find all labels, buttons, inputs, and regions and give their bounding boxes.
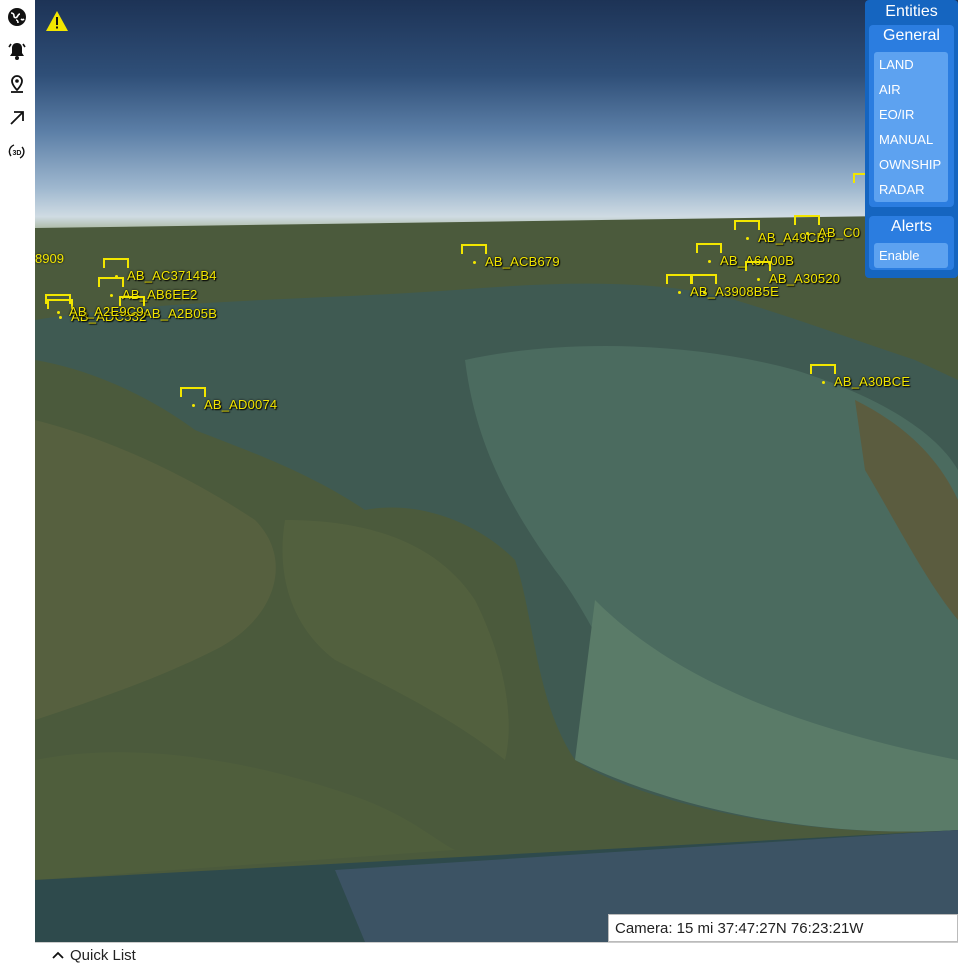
3d-rotate-icon[interactable]: 3D [6,141,28,163]
alerts-enable[interactable]: Enable [874,243,948,268]
filter-eo-ir[interactable]: EO/IR [874,102,948,127]
alerts-items: Enable [874,243,948,268]
entity-label: 8909 [35,251,64,266]
svg-text:3D: 3D [13,150,22,157]
general-group: General LAND AIR EO/IR MANUAL OWNSHIP RA… [869,25,954,207]
camera-readout: Camera: 15 mi 37:47:27N 76:23:21W [608,914,958,942]
filter-radar[interactable]: RADAR [874,177,948,202]
panel-title: Entities [885,3,938,20]
left-toolbar: 3D [0,0,35,966]
general-items: LAND AIR EO/IR MANUAL OWNSHIP RADAR [874,52,948,202]
filter-manual[interactable]: MANUAL [874,127,948,152]
globe-icon[interactable] [6,6,28,28]
alarm-bell-icon[interactable] [6,40,28,62]
filter-air[interactable]: AIR [874,77,948,102]
alerts-group: Alerts Enable [869,216,954,270]
quick-list-label: Quick List [70,946,136,964]
terrain-imagery [35,215,958,942]
arrow-up-right-icon[interactable] [6,107,28,129]
filter-ownship[interactable]: OWNSHIP [874,152,948,177]
general-title: General [883,27,940,44]
chevron-up-icon [52,951,64,959]
warning-icon[interactable] [45,10,69,32]
map-viewport[interactable]: AB_ACB679 AB_AD0074 AB_A30BCE AB_A6A00B … [35,0,958,942]
filter-land[interactable]: LAND [874,52,948,77]
quick-list-toggle[interactable]: Quick List [35,942,958,967]
location-pin-icon[interactable] [6,73,28,95]
alerts-title: Alerts [891,218,932,235]
entities-panel: Entities General LAND AIR EO/IR MANUAL O… [865,0,958,278]
